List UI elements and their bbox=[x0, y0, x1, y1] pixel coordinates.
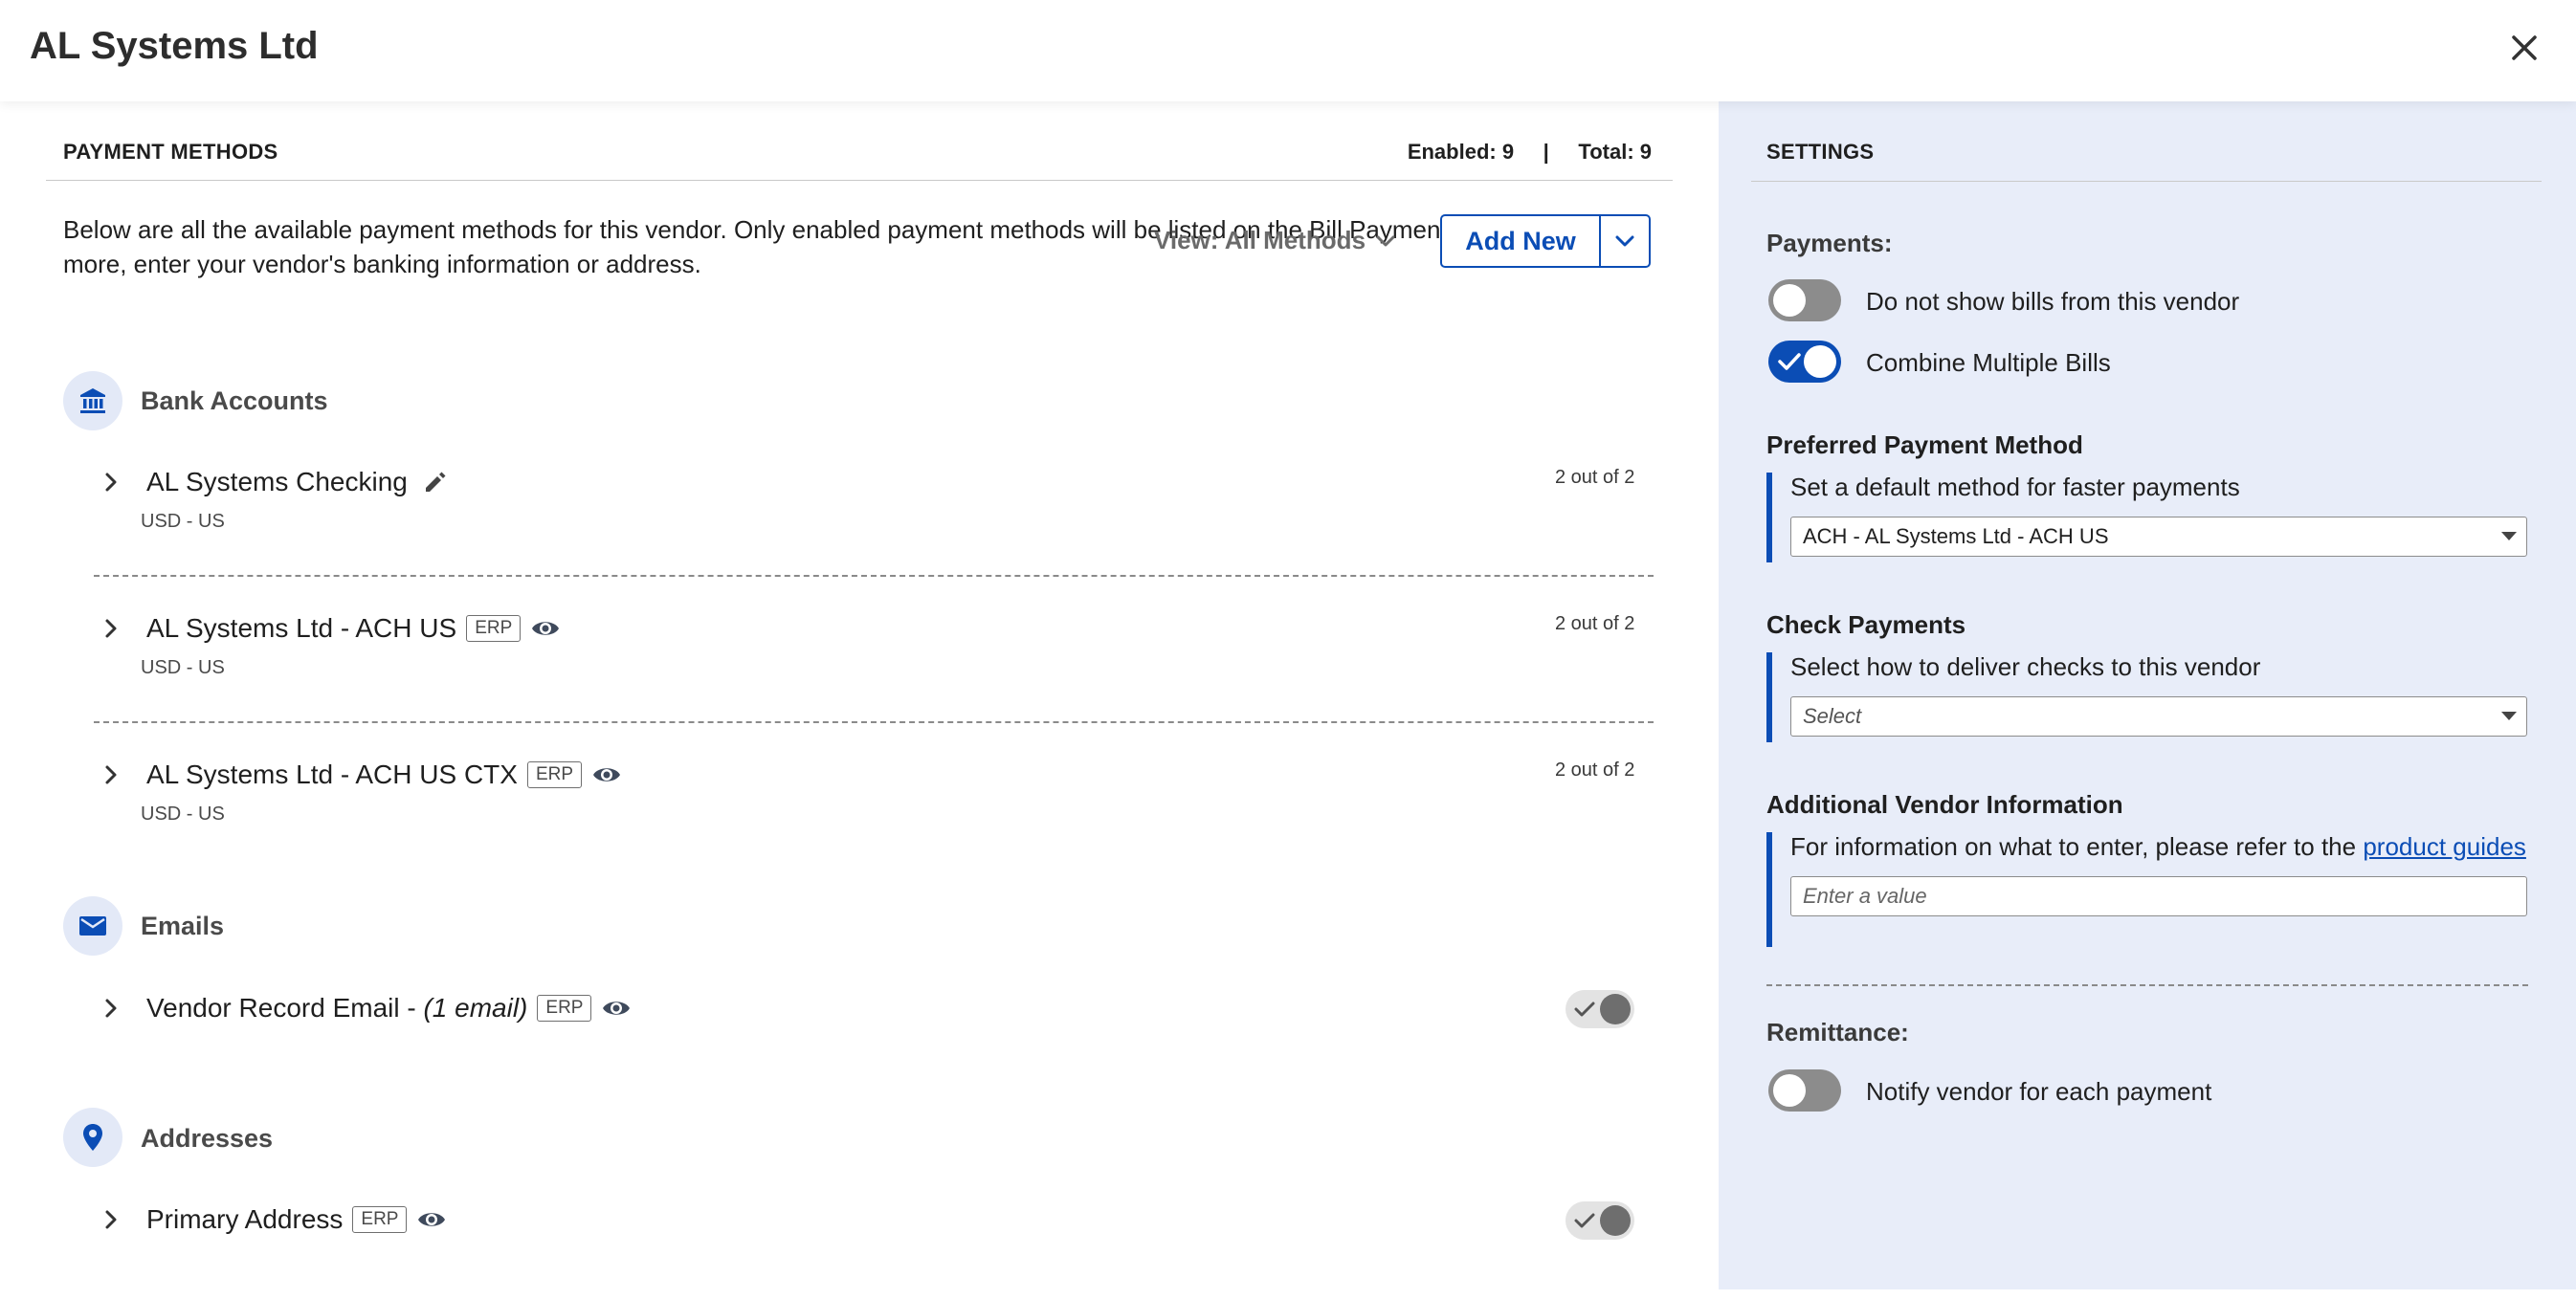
preferred-method-select[interactable]: ACH - AL Systems Ltd - ACH US bbox=[1790, 517, 2527, 557]
preferred-method-title: Preferred Payment Method bbox=[1766, 430, 2083, 459]
address-method-name: Primary Address ERP bbox=[146, 1204, 447, 1235]
preferred-method-value: ACH - AL Systems Ltd - ACH US bbox=[1803, 524, 2109, 548]
erp-badge: ERP bbox=[526, 761, 583, 788]
caret-down-icon bbox=[2501, 532, 2517, 540]
check-delivery-placeholder: Select bbox=[1803, 704, 1862, 728]
bank-account-name: AL Systems Ltd - ACH US CTX ERP bbox=[146, 760, 622, 790]
product-guides-link[interactable]: product guides bbox=[2363, 832, 2526, 861]
remittance-label: Remittance: bbox=[1766, 1018, 1909, 1046]
currency-country: USD - US bbox=[141, 511, 225, 532]
eye-icon[interactable] bbox=[591, 763, 622, 786]
counts-separator: | bbox=[1543, 140, 1549, 164]
additional-info-help: For information on what to enter, please… bbox=[1790, 832, 2526, 861]
chevron-down-icon bbox=[1615, 235, 1634, 247]
dialog-header: AL Systems Ltd bbox=[0, 0, 2576, 101]
chevron-right-icon[interactable] bbox=[103, 617, 119, 640]
addresses-heading: Addresses bbox=[141, 1124, 274, 1153]
bank-accounts-heading: Bank Accounts bbox=[141, 386, 328, 415]
payment-methods-panel: PAYMENT METHODS Enabled: 9 | Total: 9 Be… bbox=[0, 101, 1719, 1299]
currency-country: USD - US bbox=[141, 657, 225, 678]
emails-heading: Emails bbox=[141, 912, 225, 940]
addresses-group-icon bbox=[63, 1108, 122, 1167]
chevron-right-icon[interactable] bbox=[103, 763, 119, 786]
enabled-count-badge: 2 out of 2 bbox=[1555, 467, 1635, 488]
notify-vendor-label: Notify vendor for each payment bbox=[1866, 1077, 2212, 1106]
chevron-right-icon[interactable] bbox=[103, 471, 119, 494]
add-new-button[interactable]: Add New bbox=[1440, 214, 1601, 268]
settings-heading: SETTINGS bbox=[1766, 140, 1875, 164]
bank-icon bbox=[80, 388, 105, 413]
add-new-split-button: Add New bbox=[1440, 214, 1651, 268]
section-divider bbox=[46, 180, 1673, 181]
check-icon bbox=[1778, 353, 1801, 370]
erp-badge: ERP bbox=[466, 615, 522, 642]
chevron-right-icon[interactable] bbox=[103, 1208, 119, 1231]
eye-icon[interactable] bbox=[530, 617, 561, 640]
close-icon[interactable] bbox=[2505, 29, 2543, 67]
bank-account-label: AL Systems Ltd - ACH US bbox=[146, 613, 457, 643]
preferred-method-accent bbox=[1766, 473, 1772, 562]
mail-icon bbox=[79, 916, 106, 936]
check-payments-help: Select how to deliver checks to this ven… bbox=[1790, 652, 2261, 681]
chevron-right-icon[interactable] bbox=[103, 997, 119, 1020]
email-method-name: Vendor Record Email - (1 email) ERP bbox=[146, 993, 632, 1024]
caret-down-icon bbox=[2501, 712, 2517, 720]
settings-divider-dashed bbox=[1766, 984, 2528, 986]
dialog-title: AL Systems Ltd bbox=[30, 25, 319, 67]
additional-info-title: Additional Vendor Information bbox=[1766, 790, 2123, 819]
eye-icon[interactable] bbox=[601, 997, 632, 1020]
combine-bills-label: Combine Multiple Bills bbox=[1866, 348, 2111, 377]
preferred-method-help: Set a default method for faster payments bbox=[1790, 473, 2240, 501]
email-method-label: Vendor Record Email - bbox=[146, 993, 424, 1023]
close-button[interactable] bbox=[2505, 29, 2543, 67]
view-filter-dropdown[interactable]: View: All Methods bbox=[1154, 226, 1396, 255]
enabled-count-badge: 2 out of 2 bbox=[1555, 613, 1635, 634]
check-icon bbox=[1574, 1213, 1595, 1228]
notify-vendor-toggle[interactable] bbox=[1768, 1069, 1841, 1112]
additional-info-input[interactable] bbox=[1790, 876, 2527, 916]
methods-description: Below are all the available payment meth… bbox=[63, 215, 1610, 278]
enabled-count-badge: 2 out of 2 bbox=[1555, 760, 1635, 781]
bank-account-name: AL Systems Ltd - ACH US ERP bbox=[146, 613, 561, 644]
view-filter-label: View: All Methods bbox=[1154, 226, 1366, 254]
bank-group-icon bbox=[63, 371, 122, 430]
check-delivery-select[interactable]: Select bbox=[1790, 696, 2527, 737]
add-new-dropdown-button[interactable] bbox=[1601, 214, 1651, 268]
email-count: (1 email) bbox=[423, 993, 528, 1023]
row-divider bbox=[94, 721, 1654, 723]
erp-badge: ERP bbox=[537, 995, 592, 1022]
location-pin-icon bbox=[83, 1124, 102, 1151]
hide-bills-toggle[interactable] bbox=[1768, 279, 1841, 321]
row-divider bbox=[94, 575, 1654, 577]
check-payments-title: Check Payments bbox=[1766, 610, 1966, 639]
payments-label: Payments: bbox=[1766, 229, 1893, 257]
address-method-label: Primary Address bbox=[146, 1204, 344, 1234]
chevron-down-icon bbox=[1376, 235, 1395, 246]
currency-country: USD - US bbox=[141, 804, 225, 825]
bank-account-name: AL Systems Checking bbox=[146, 467, 450, 497]
additional-info-accent bbox=[1766, 832, 1772, 947]
eye-icon[interactable] bbox=[416, 1208, 447, 1231]
erp-badge: ERP bbox=[352, 1206, 408, 1233]
bank-account-label: AL Systems Ltd - ACH US CTX bbox=[146, 760, 518, 789]
settings-panel bbox=[1719, 101, 2576, 1289]
payment-methods-heading: PAYMENT METHODS bbox=[63, 140, 278, 164]
settings-divider bbox=[1751, 181, 2542, 182]
hide-bills-label: Do not show bills from this vendor bbox=[1866, 287, 2240, 316]
total-count: Total: 9 bbox=[1578, 140, 1652, 164]
pencil-icon[interactable] bbox=[421, 468, 450, 496]
methods-counts: Enabled: 9 | Total: 9 bbox=[1408, 140, 1652, 165]
email-enabled-toggle[interactable] bbox=[1566, 990, 1634, 1028]
check-icon bbox=[1574, 1002, 1595, 1017]
combine-bills-toggle[interactable] bbox=[1768, 341, 1841, 383]
check-payments-accent bbox=[1766, 652, 1772, 742]
bank-account-label: AL Systems Checking bbox=[146, 467, 408, 496]
enabled-count: Enabled: 9 bbox=[1407, 140, 1515, 164]
emails-group-icon bbox=[63, 896, 122, 956]
address-enabled-toggle[interactable] bbox=[1566, 1201, 1634, 1240]
